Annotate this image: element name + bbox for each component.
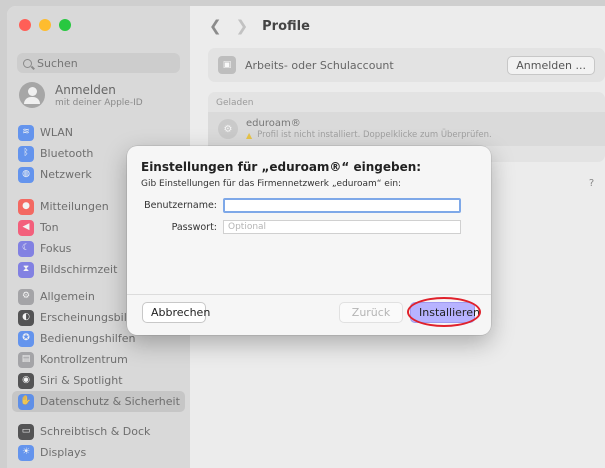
anmelden-button[interactable]: Anmelden ... bbox=[507, 55, 595, 75]
bluetooth-icon: ᛒ bbox=[18, 145, 34, 162]
password-row: Passwort: bbox=[141, 220, 461, 234]
account-subtitle: mit deiner Apple-ID bbox=[55, 97, 143, 108]
username-field[interactable] bbox=[223, 198, 461, 213]
work-account-card: ▣ Arbeits- oder Schulaccount Anmelden ..… bbox=[208, 48, 605, 82]
appearance-icon: ◐ bbox=[18, 309, 34, 326]
search-icon bbox=[23, 58, 32, 68]
install-button[interactable]: Installieren bbox=[410, 302, 480, 323]
page-title: Profile bbox=[262, 18, 310, 34]
close-window-button[interactable] bbox=[19, 19, 31, 31]
apple-id-signin[interactable]: Anmelden mit deiner Apple-ID bbox=[19, 82, 143, 108]
section-label-geladen: Geladen bbox=[216, 98, 254, 108]
wifi-icon: ≋ bbox=[18, 124, 34, 141]
dialog-subtitle: Gib Einstellungen für das Firmennetzwerk… bbox=[141, 179, 402, 189]
sidebar-item-wlan[interactable]: ≋ WLAN bbox=[12, 122, 185, 143]
profile-warning-line: ▲ Profil ist nicht installiert. Doppelkli… bbox=[246, 130, 492, 140]
back-chevron-icon[interactable]: ❮ bbox=[209, 17, 222, 35]
speaker-icon: ◀ bbox=[18, 219, 34, 236]
control-center-icon: ▤ bbox=[18, 351, 34, 368]
profile-row-eduroam[interactable]: ⚙ eduroam® ▲ Profil ist nicht installiert… bbox=[208, 112, 605, 146]
profile-warning-text: Profil ist nicht installiert. Doppelklic… bbox=[257, 130, 492, 140]
display-icon: ☀ bbox=[18, 444, 34, 461]
sidebar-item-schreibtisch-dock[interactable]: ▭ Schreibtisch & Dock bbox=[12, 421, 185, 442]
hourglass-icon: ⧗ bbox=[18, 261, 34, 278]
globe-icon: ◍ bbox=[18, 166, 34, 183]
sidebar-item-datenschutz-sicherheit[interactable]: ✋ Datenschutz & Sicherheit bbox=[12, 391, 185, 412]
cancel-button[interactable]: Abbrechen bbox=[142, 302, 210, 323]
username-row: Benutzername: bbox=[141, 198, 461, 213]
avatar bbox=[19, 82, 45, 108]
dialog-divider bbox=[127, 294, 491, 295]
password-field[interactable] bbox=[223, 220, 461, 234]
profile-settings-dialog: Einstellungen für „eduroam®“ eingeben: G… bbox=[127, 146, 491, 335]
bell-icon: ● bbox=[18, 198, 34, 215]
window-controls bbox=[19, 19, 71, 31]
dialog-title: Einstellungen für „eduroam®“ eingeben: bbox=[141, 160, 422, 174]
forward-chevron-icon[interactable]: ❯ bbox=[236, 17, 249, 35]
dock-icon: ▭ bbox=[18, 423, 34, 440]
hand-icon: ✋ bbox=[18, 393, 34, 410]
moon-icon: ☾ bbox=[18, 240, 34, 257]
sidebar-item-displays[interactable]: ☀ Displays bbox=[12, 442, 185, 463]
work-account-label: Arbeits- oder Schulaccount bbox=[245, 58, 394, 72]
warning-icon: ▲ bbox=[246, 130, 253, 140]
minimize-window-button[interactable] bbox=[39, 19, 51, 31]
username-label: Benutzername: bbox=[144, 200, 217, 211]
profile-gear-icon: ⚙ bbox=[218, 119, 238, 139]
sidebar-group-desktop: ▭ Schreibtisch & Dock ☀ Displays bbox=[12, 421, 185, 463]
account-name: Anmelden bbox=[55, 82, 116, 97]
profile-name: eduroam® bbox=[246, 118, 301, 129]
gear-icon: ⚙ bbox=[18, 288, 34, 305]
back-button[interactable]: Zurück bbox=[339, 302, 403, 323]
siri-icon: ◉ bbox=[18, 372, 34, 389]
badge-icon: ▣ bbox=[218, 56, 236, 74]
help-button[interactable]: ? bbox=[584, 176, 599, 191]
sidebar-item-kontrollzentrum[interactable]: ▤ Kontrollzentrum bbox=[12, 349, 185, 370]
zoom-window-button[interactable] bbox=[59, 19, 71, 31]
search-box[interactable] bbox=[17, 53, 180, 73]
sidebar-item-siri-spotlight[interactable]: ◉ Siri & Spotlight bbox=[12, 370, 185, 391]
search-input[interactable] bbox=[37, 56, 167, 70]
accessibility-icon: ✪ bbox=[18, 330, 34, 347]
toolbar: ❮ ❯ Profile bbox=[190, 6, 605, 46]
password-label: Passwort: bbox=[171, 221, 217, 233]
